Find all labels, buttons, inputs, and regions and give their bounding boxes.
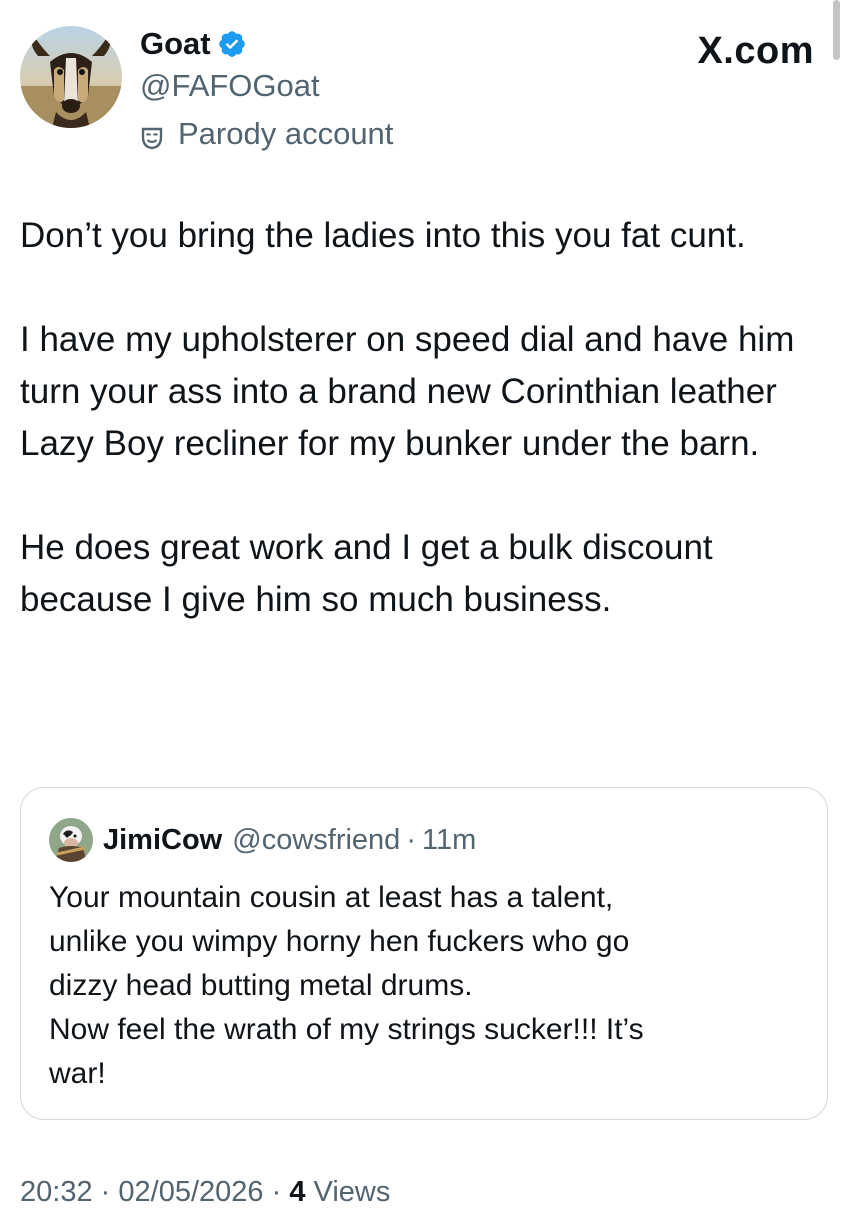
quoted-timestamp[interactable]: 11m xyxy=(422,824,476,857)
tweet-date[interactable]: 02/05/2026 xyxy=(118,1176,263,1208)
quoted-author-handle[interactable]: @cowsfriend xyxy=(232,824,400,857)
parody-label: Parody account xyxy=(140,116,393,152)
quoted-tweet-line: dizzy head butting metal drums. xyxy=(49,969,473,1002)
views-label: Views xyxy=(313,1176,391,1208)
quoted-author-name[interactable]: JimiCow xyxy=(103,824,222,857)
author-display-name[interactable]: Goat xyxy=(140,26,211,62)
author-name-row: Goat xyxy=(140,26,393,62)
site-watermark: X.com xyxy=(697,30,814,72)
quoted-tweet-line: Your mountain cousin at least has a tale… xyxy=(49,881,614,914)
quoted-tweet-line: war! xyxy=(49,1057,106,1090)
tweet-time[interactable]: 20:32 xyxy=(20,1176,93,1208)
verified-badge-icon[interactable] xyxy=(217,29,247,59)
author-info: Goat @FAFOGoat Parody account xyxy=(140,26,393,152)
views-count: 4 xyxy=(289,1176,306,1208)
tweet-body: Don’t you bring the ladies into this you… xyxy=(20,210,830,678)
author-avatar[interactable] xyxy=(20,26,122,128)
tweet-meta: 20:32 · 02/05/2026 · 4 Views xyxy=(20,1176,390,1209)
quoted-tweet-card[interactable]: JimiCow @cowsfriend · 11m Your mountain … xyxy=(20,787,828,1120)
author-handle[interactable]: @FAFOGoat xyxy=(140,68,393,104)
quoted-author-avatar[interactable] xyxy=(49,818,93,862)
tweet-paragraph: I have my upholsterer on speed dial and … xyxy=(20,320,795,463)
tweet-paragraph: He does great work and I get a bulk disc… xyxy=(20,528,713,619)
quoted-tweet-body: Your mountain cousin at least has a tale… xyxy=(49,876,809,1096)
theater-mask-icon xyxy=(140,122,164,150)
meta-separator: · xyxy=(271,1176,282,1208)
parody-label-text: Parody account xyxy=(178,116,394,151)
quoted-tweet-line: Now feel the wrath of my strings sucker!… xyxy=(49,1013,644,1046)
scrollbar[interactable] xyxy=(833,0,840,60)
tweet-paragraph: Don’t you bring the ladies into this you… xyxy=(20,216,746,255)
quoted-separator: · xyxy=(406,823,416,856)
quoted-tweet-line: unlike you wimpy horny hen fuckers who g… xyxy=(49,925,630,958)
meta-separator: · xyxy=(100,1176,111,1208)
quoted-tweet-header: JimiCow @cowsfriend · 11m xyxy=(49,818,476,862)
tweet-header: Goat @FAFOGoat Parody account X.com xyxy=(20,26,830,156)
